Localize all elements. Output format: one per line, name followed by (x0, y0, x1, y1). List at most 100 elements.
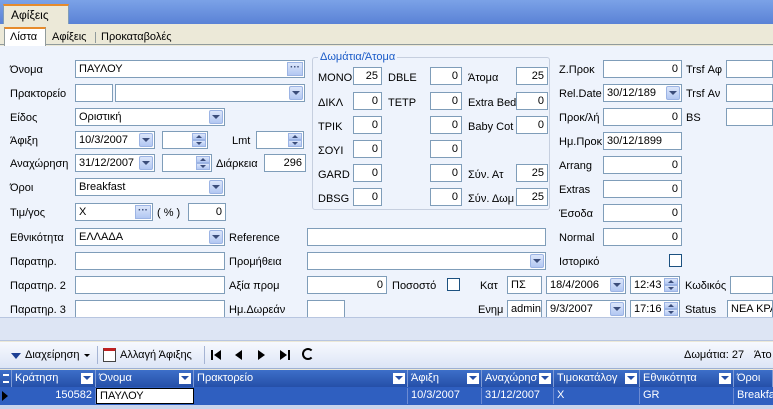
commission-select[interactable] (307, 252, 546, 270)
free-nights-field[interactable] (307, 300, 345, 318)
departure-time-stepper[interactable] (162, 154, 212, 172)
chevron-down-icon[interactable] (393, 373, 405, 384)
enim-field[interactable]: admin (507, 300, 542, 318)
extra-room-field-3[interactable]: 0 (430, 164, 462, 182)
syn-at-field[interactable]: 25 (516, 164, 548, 182)
dbsg-field[interactable]: 0 (353, 188, 382, 206)
disc-value-field[interactable]: 0 (307, 276, 387, 294)
stepper-icon[interactable] (664, 278, 678, 292)
col-header-departure[interactable]: Αναχώρησ (482, 370, 554, 387)
chevron-down-icon[interactable] (539, 373, 551, 384)
name-field[interactable]: ΠΑΥΛΟΥ ··· (75, 60, 305, 78)
soyi-field[interactable]: 0 (353, 140, 382, 158)
cell-departure[interactable]: 31/12/2007 (482, 388, 554, 404)
last-record-icon[interactable] (280, 350, 291, 360)
subtab-lista[interactable]: Λίστα (4, 27, 46, 46)
stepper-icon[interactable] (288, 133, 302, 147)
stepper-icon[interactable] (192, 133, 206, 147)
extrabed-field[interactable]: 0 (516, 92, 548, 110)
remark3-field[interactable] (75, 300, 225, 318)
chevron-down-icon[interactable] (625, 373, 637, 384)
pricelist-field[interactable]: X ··· (75, 203, 153, 221)
cell-terms[interactable]: Breakfa (734, 388, 773, 404)
esoda-field[interactable]: 0 (603, 204, 682, 222)
grid-row-header[interactable] (0, 370, 12, 387)
cell-reservation[interactable]: 150582 (12, 388, 96, 404)
cell-arrival[interactable]: 10/3/2007 (408, 388, 482, 404)
trik-field[interactable]: 0 (353, 116, 382, 134)
subtab-afixeis[interactable]: Αφίξεις (48, 29, 91, 45)
chevron-down-icon[interactable] (139, 156, 153, 170)
remark-field[interactable] (75, 252, 225, 270)
terms-select[interactable]: Breakfast (75, 178, 225, 196)
normal-field[interactable]: 0 (603, 228, 682, 246)
chevron-down-icon[interactable] (81, 373, 93, 384)
pricelist-lookup-button[interactable]: ··· (135, 205, 151, 219)
pricelist-num-field[interactable]: 0 (188, 203, 226, 221)
chevron-down-icon[interactable] (209, 110, 223, 124)
kat-field[interactable]: ΠΣ (507, 276, 542, 294)
dikl-field[interactable]: 0 (353, 92, 382, 110)
chevron-down-icon[interactable] (467, 373, 479, 384)
subtab-prokatavoles[interactable]: Προκαταβολές (97, 29, 176, 45)
kat-time-stepper[interactable]: 12:43 (630, 276, 680, 294)
enim-time-stepper[interactable]: 17:16 (630, 300, 680, 318)
col-header-nationality[interactable]: Εθνικότητα (640, 370, 734, 387)
tetp-field[interactable]: 0 (430, 92, 462, 110)
cell-agency[interactable] (194, 388, 408, 404)
next-record-icon[interactable] (258, 350, 266, 360)
first-record-icon[interactable] (211, 350, 222, 360)
refresh-icon[interactable] (302, 348, 314, 360)
extra-room-field-2[interactable]: 0 (430, 140, 462, 158)
chevron-down-icon[interactable] (139, 133, 153, 147)
cell-name[interactable]: ΠΑΥΛΟΥ (96, 388, 194, 404)
reference-field[interactable] (307, 228, 546, 246)
col-header-name[interactable]: Όνομα (96, 370, 194, 387)
agency-code-field[interactable] (75, 84, 113, 102)
atoma-field[interactable]: 25 (516, 67, 548, 85)
extras-field[interactable]: 0 (603, 180, 682, 198)
window-tab-afixeis[interactable]: Αφίξεις (3, 4, 69, 24)
chevron-down-icon[interactable] (289, 86, 303, 100)
col-header-agency[interactable]: Πρακτορείο (194, 370, 408, 387)
cell-pricelist[interactable]: X (554, 388, 640, 404)
prokli-field[interactable]: 0 (603, 108, 682, 126)
change-arrival-button[interactable]: Αλλαγή Άφιξης (101, 346, 201, 365)
chevron-down-icon[interactable] (209, 180, 223, 194)
chevron-down-icon[interactable] (209, 230, 223, 244)
col-header-terms[interactable]: Όροι (734, 370, 773, 387)
agency-select[interactable] (115, 84, 305, 102)
col-header-reservation[interactable]: Κράτηση (12, 370, 96, 387)
extra-room-field-4[interactable]: 0 (430, 188, 462, 206)
departure-date-field[interactable]: 31/12/2007 (75, 154, 155, 172)
enim-date-field[interactable]: 9/3/2007 (546, 300, 626, 318)
cell-nationality[interactable]: GR (640, 388, 734, 404)
reldate-field[interactable]: 30/12/189 (603, 84, 682, 102)
arrival-time-stepper[interactable] (162, 131, 208, 149)
arrival-date-field[interactable]: 10/3/2007 (75, 131, 155, 149)
col-header-arrival[interactable]: Άφιξη (408, 370, 482, 387)
status-field[interactable]: ΝΕΑ ΚΡΑ (727, 300, 773, 318)
improk-field[interactable]: 30/12/1899 (603, 132, 682, 150)
chevron-down-icon[interactable] (530, 254, 544, 268)
nationality-select[interactable]: ΕΛΛΑΔΑ (75, 228, 225, 246)
chevron-down-icon[interactable] (610, 278, 624, 292)
stepper-icon[interactable] (196, 156, 210, 170)
manage-menu-button[interactable]: Διαχείρηση (8, 347, 94, 365)
trsf-af-field[interactable] (726, 60, 773, 78)
prev-record-icon[interactable] (235, 350, 243, 360)
stepper-icon[interactable] (664, 302, 678, 316)
dble-field[interactable]: 0 (430, 67, 462, 85)
mono-field[interactable]: 25 (353, 67, 382, 85)
gard-field[interactable]: 0 (353, 164, 382, 182)
extra-room-field-1[interactable]: 0 (430, 116, 462, 134)
remark2-field[interactable] (75, 276, 225, 294)
arrang-field[interactable]: 0 (603, 156, 682, 174)
duration-field[interactable]: 296 (264, 154, 306, 172)
trsf-an-field[interactable] (726, 84, 773, 102)
kat-date-field[interactable]: 18/4/2006 (546, 276, 626, 294)
babycot-field[interactable]: 0 (516, 116, 548, 134)
percent-checkbox[interactable] (447, 278, 460, 291)
code-field[interactable] (730, 276, 773, 294)
name-lookup-button[interactable]: ··· (287, 62, 303, 76)
